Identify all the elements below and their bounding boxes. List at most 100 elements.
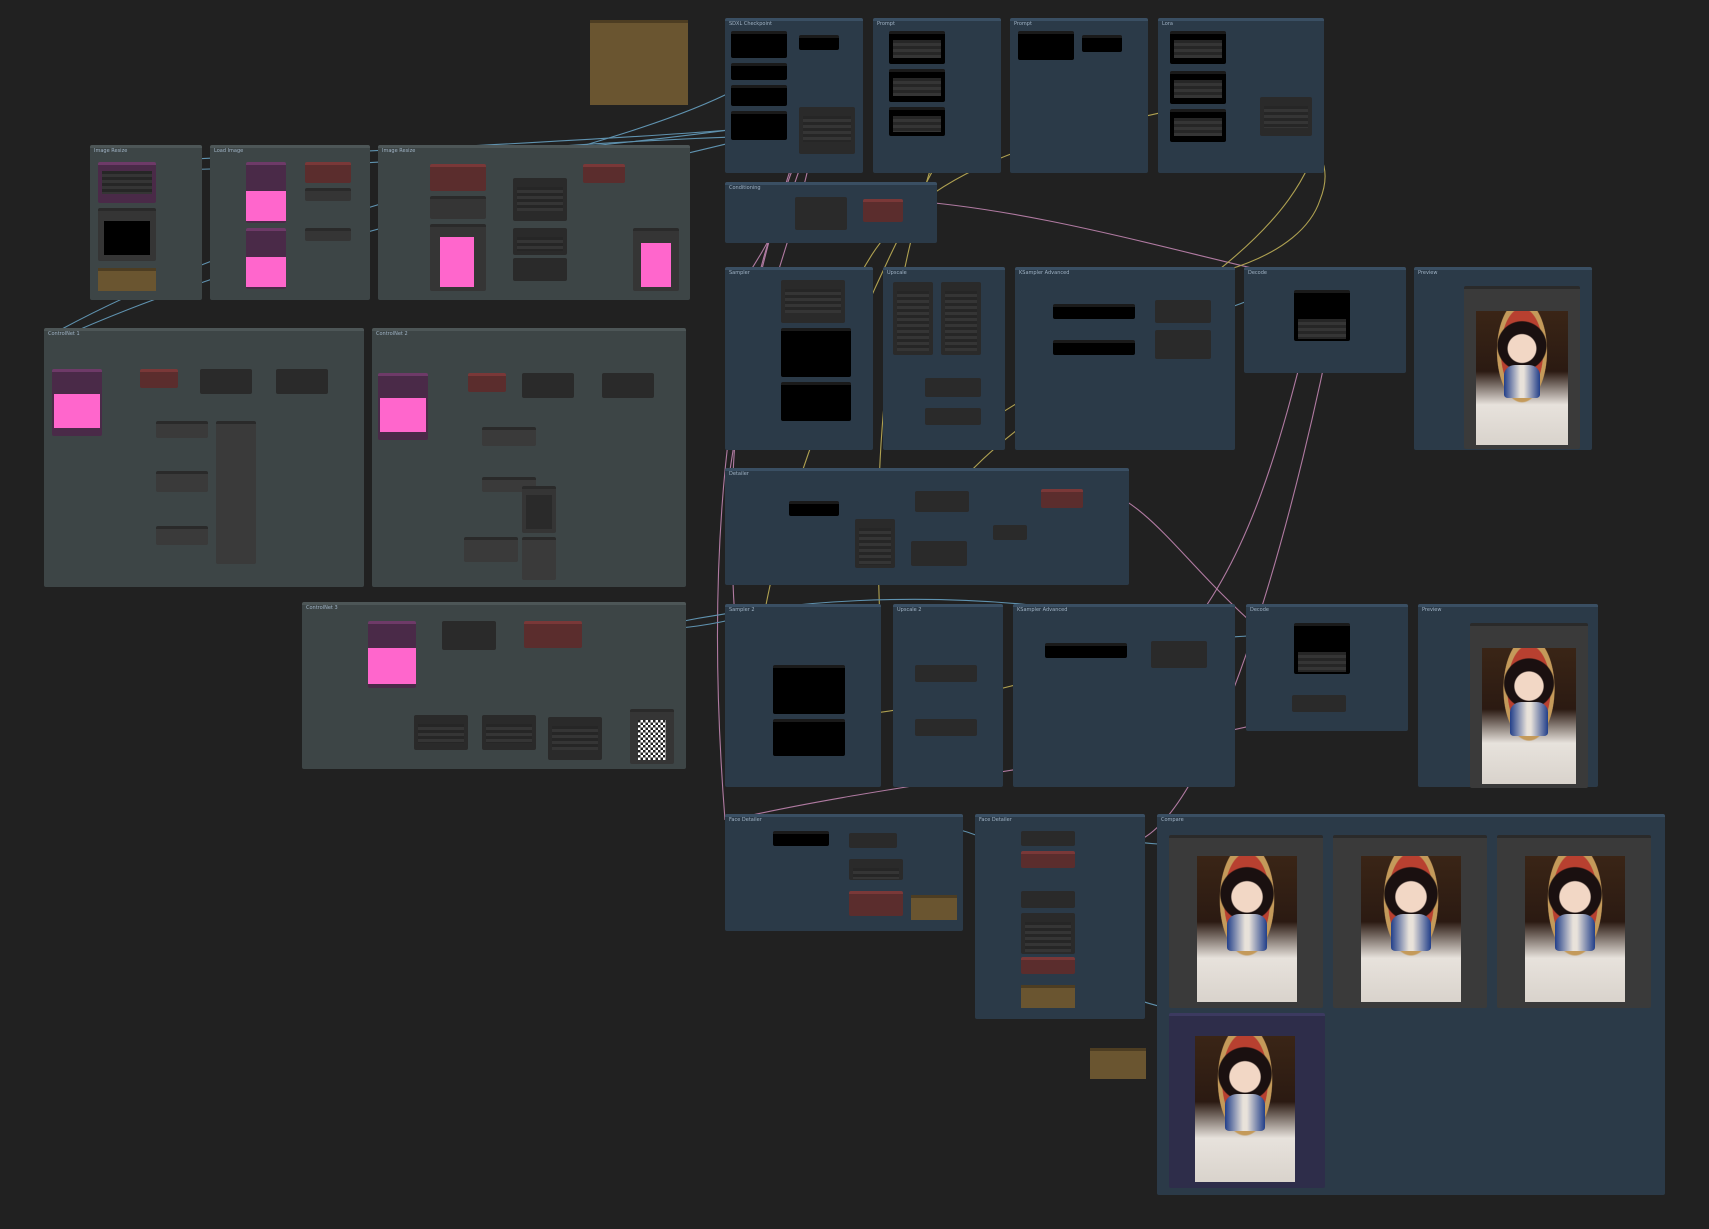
node[interactable] bbox=[849, 833, 897, 848]
note-node[interactable] bbox=[98, 268, 156, 291]
node[interactable] bbox=[276, 369, 328, 394]
node[interactable] bbox=[1053, 304, 1135, 319]
node[interactable] bbox=[482, 427, 536, 446]
node[interactable] bbox=[1021, 913, 1075, 954]
node[interactable] bbox=[200, 369, 252, 394]
node[interactable] bbox=[513, 228, 567, 255]
node[interactable] bbox=[1260, 97, 1312, 136]
node[interactable] bbox=[1082, 35, 1122, 52]
node[interactable] bbox=[855, 519, 895, 568]
group-ksampler-advanced[interactable]: KSampler Advanced bbox=[1015, 267, 1235, 450]
group-prompt-1[interactable]: Prompt bbox=[873, 18, 1001, 173]
node[interactable] bbox=[442, 621, 496, 650]
node[interactable] bbox=[863, 199, 903, 222]
node[interactable] bbox=[773, 719, 845, 756]
node[interactable] bbox=[548, 717, 602, 760]
node[interactable] bbox=[602, 373, 654, 398]
node[interactable] bbox=[513, 258, 567, 281]
node[interactable] bbox=[1041, 489, 1083, 508]
group-controlnet-3[interactable]: ControlNet 3 bbox=[302, 602, 686, 769]
preview-image-node[interactable] bbox=[1169, 1013, 1325, 1188]
preview-node[interactable] bbox=[522, 486, 556, 533]
node[interactable] bbox=[98, 162, 156, 203]
node[interactable] bbox=[522, 537, 556, 580]
group-preview[interactable]: Preview bbox=[1414, 267, 1592, 450]
node[interactable] bbox=[781, 280, 845, 323]
node[interactable] bbox=[156, 421, 208, 438]
group-load-image[interactable]: Load Image bbox=[210, 145, 370, 300]
node[interactable] bbox=[1294, 290, 1350, 341]
group-decode[interactable]: Decode bbox=[1244, 267, 1406, 373]
node[interactable] bbox=[993, 525, 1027, 540]
group-prompt-2[interactable]: Prompt bbox=[1010, 18, 1148, 173]
note-node[interactable] bbox=[590, 20, 688, 105]
load-image-node[interactable] bbox=[246, 162, 286, 223]
group-decode-2[interactable]: Decode bbox=[1246, 604, 1408, 731]
node[interactable] bbox=[1155, 300, 1211, 323]
preview-image-node[interactable] bbox=[1464, 286, 1580, 449]
node[interactable] bbox=[1021, 957, 1075, 974]
node[interactable] bbox=[731, 31, 787, 58]
group-controlnet-1[interactable]: ControlNet 1 bbox=[44, 328, 364, 587]
group-compare[interactable]: Compare bbox=[1157, 814, 1665, 1195]
node[interactable] bbox=[849, 891, 903, 916]
preview-image-node[interactable] bbox=[1497, 835, 1651, 1008]
node[interactable] bbox=[799, 107, 855, 154]
group-sdxl-checkpoint[interactable]: SDXL Checkpoint bbox=[725, 18, 863, 173]
group-sampler-2[interactable]: Sampler 2 bbox=[725, 604, 881, 787]
note-node[interactable] bbox=[1090, 1048, 1146, 1079]
node[interactable] bbox=[773, 831, 829, 846]
node[interactable] bbox=[468, 373, 506, 392]
node[interactable] bbox=[464, 537, 518, 562]
node[interactable] bbox=[781, 382, 851, 421]
preview-node[interactable] bbox=[630, 709, 674, 764]
node[interactable] bbox=[925, 408, 981, 425]
node[interactable] bbox=[430, 164, 486, 191]
load-image-node[interactable] bbox=[378, 373, 428, 440]
preview-image-node[interactable] bbox=[1333, 835, 1487, 1008]
node[interactable] bbox=[889, 107, 945, 136]
node[interactable] bbox=[1170, 109, 1226, 142]
note-node[interactable] bbox=[911, 895, 957, 920]
preview-image-node[interactable] bbox=[1470, 623, 1588, 788]
node[interactable] bbox=[1053, 340, 1135, 355]
node[interactable] bbox=[140, 369, 178, 388]
node[interactable] bbox=[1018, 31, 1074, 60]
group-face-detailer-1[interactable]: Face Detailer bbox=[725, 814, 963, 931]
node[interactable] bbox=[915, 719, 977, 736]
node[interactable] bbox=[156, 526, 208, 545]
node[interactable] bbox=[1170, 71, 1226, 104]
node[interactable] bbox=[1021, 831, 1075, 846]
node[interactable] bbox=[773, 665, 845, 714]
node[interactable] bbox=[1170, 31, 1226, 64]
node[interactable] bbox=[795, 197, 847, 230]
group-conditioning[interactable]: Conditioning bbox=[725, 182, 937, 243]
node[interactable] bbox=[789, 501, 839, 516]
preview-node[interactable] bbox=[98, 208, 156, 261]
node[interactable] bbox=[156, 471, 208, 492]
node[interactable] bbox=[731, 63, 787, 80]
node[interactable] bbox=[216, 421, 256, 564]
node[interactable] bbox=[731, 85, 787, 106]
group-sampler[interactable]: Sampler bbox=[725, 267, 873, 450]
group-ksampler-advanced-2[interactable]: KSampler Advanced bbox=[1013, 604, 1235, 787]
node[interactable] bbox=[305, 228, 351, 241]
node[interactable] bbox=[889, 69, 945, 102]
node[interactable] bbox=[430, 196, 486, 219]
load-image-node[interactable] bbox=[52, 369, 102, 436]
node[interactable] bbox=[925, 378, 981, 397]
group-preview-2[interactable]: Preview bbox=[1418, 604, 1598, 788]
group-image-resize-1[interactable]: Image Resize bbox=[90, 145, 202, 300]
node[interactable] bbox=[1155, 330, 1211, 359]
node[interactable] bbox=[414, 715, 468, 750]
node[interactable] bbox=[731, 111, 787, 140]
node[interactable] bbox=[522, 373, 574, 398]
node[interactable] bbox=[849, 859, 903, 880]
node[interactable] bbox=[305, 162, 351, 183]
node[interactable] bbox=[513, 178, 567, 221]
group-upscale[interactable]: Upscale bbox=[883, 267, 1005, 450]
node[interactable] bbox=[1021, 851, 1075, 868]
preview-image-node[interactable] bbox=[1169, 835, 1323, 1008]
node[interactable] bbox=[1021, 891, 1075, 908]
node[interactable] bbox=[893, 282, 933, 355]
